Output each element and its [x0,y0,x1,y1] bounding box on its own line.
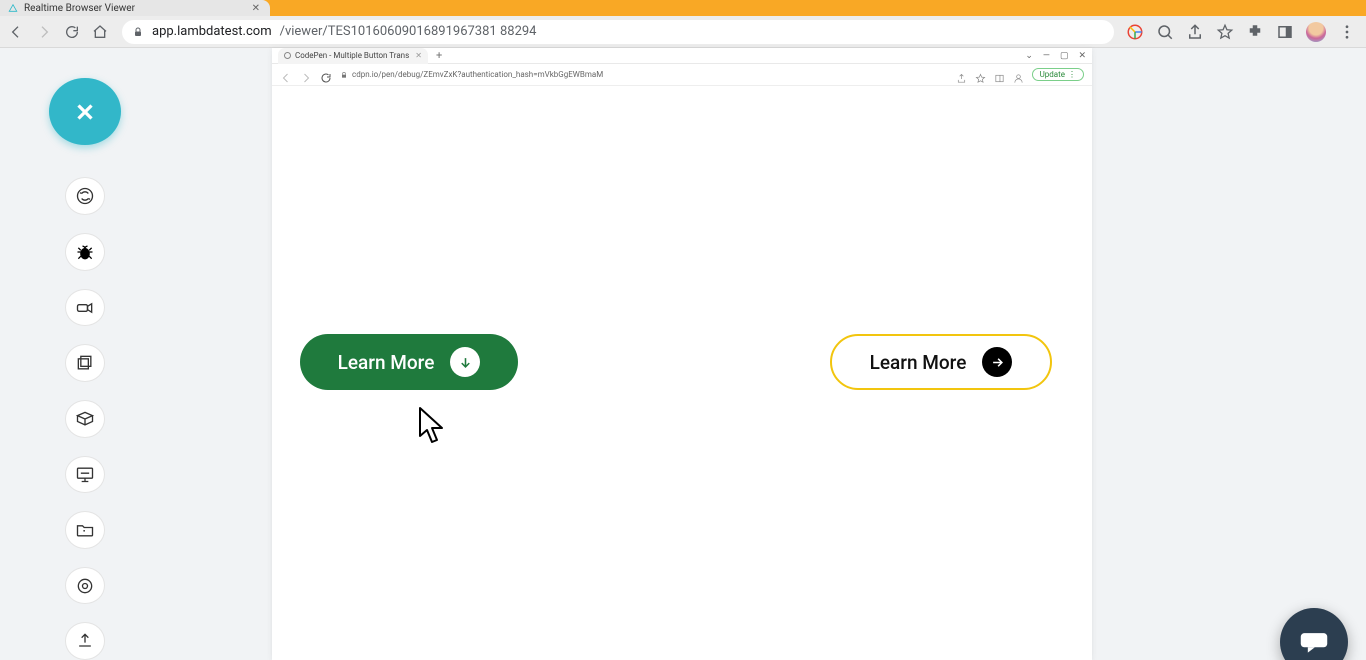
arrow-down-icon [450,347,480,377]
inner-titlebar: CodePen - Multiple Button Trans ✕ + ⌄ — … [272,48,1092,64]
files-icon[interactable] [65,511,105,549]
outer-tab-title: Realtime Browser Viewer [24,3,135,14]
url-host: app.lambdatest.com [152,24,272,39]
learn-more-yellow-label: Learn More [870,351,967,374]
location-icon[interactable] [65,567,105,605]
inner-omnibar: cdpn.io/pen/debug/ZEmvZxK?authentication… [272,64,1092,86]
update-button[interactable]: Update⋮ [1032,68,1084,81]
back-icon[interactable] [6,22,26,42]
zoom-icon[interactable] [1156,23,1174,41]
share-icon[interactable] [1186,23,1204,41]
gallery-icon[interactable] [65,344,105,382]
devices-icon[interactable] [65,400,105,438]
kebab-menu-icon[interactable] [1338,23,1356,41]
screen-icon[interactable] [65,456,105,494]
extensions-icon[interactable] [1246,23,1264,41]
video-icon[interactable] [65,289,105,327]
outer-tabstrip: Realtime Browser Viewer ✕ [0,0,1366,16]
inner-star-icon[interactable] [975,69,986,80]
lambdatest-favicon-icon [8,3,18,13]
inner-forward-icon [300,69,312,81]
inner-url[interactable]: cdpn.io/pen/debug/ZEmvZxK?authentication… [340,70,948,79]
close-icon[interactable]: ✕ [415,51,422,60]
viewer-area: CodePen - Multiple Button Trans ✕ + ⌄ — … [170,48,1366,660]
app-body: CodePen - Multiple Button Trans ✕ + ⌄ — … [0,48,1366,660]
profile-avatar[interactable] [1306,22,1326,42]
home-icon[interactable] [90,22,110,42]
chevron-down-icon[interactable]: ⌄ [1025,51,1033,61]
learn-more-yellow-button[interactable]: Learn More [830,334,1052,390]
minimize-icon[interactable]: — [1043,51,1050,61]
outer-toolbar: app.lambdatest.com/viewer/TES10160609016… [0,16,1366,48]
maximize-icon[interactable]: ▢ [1060,51,1069,61]
close-window-icon[interactable]: ✕ [1078,51,1086,61]
url-path: /viewer/TES10160609016891967381 88294 [280,24,537,39]
star-icon[interactable] [1216,23,1234,41]
update-label: Update [1040,70,1065,79]
outer-right-icons [1126,22,1360,42]
inner-tab[interactable]: CodePen - Multiple Button Trans ✕ [278,48,428,64]
outer-active-tab[interactable]: Realtime Browser Viewer ✕ [0,0,270,16]
globe-icon [284,52,291,59]
cursor-icon [418,406,444,444]
inner-window: CodePen - Multiple Button Trans ✕ + ⌄ — … [272,48,1092,660]
inner-reload-icon[interactable] [320,69,332,81]
upload-icon[interactable] [65,622,105,660]
lock-icon [340,71,348,79]
forward-icon [34,22,54,42]
arrow-right-icon [982,347,1012,377]
close-session-button[interactable] [49,78,121,145]
google-icon[interactable] [1126,23,1144,41]
inner-back-icon [280,69,292,81]
bug-icon[interactable] [65,233,105,271]
inner-right-icons: Update⋮ [956,68,1084,81]
kebab-icon: ⋮ [1068,70,1076,79]
inner-tab-title: CodePen - Multiple Button Trans [295,51,409,60]
sidepanel-icon[interactable] [1276,23,1294,41]
inner-content: Learn More Learn More [272,86,1092,660]
inner-profile-icon[interactable] [1013,69,1024,80]
switch-icon[interactable] [65,177,105,215]
outer-omnibox[interactable]: app.lambdatest.com/viewer/TES10160609016… [122,20,1114,44]
newtab-icon[interactable]: + [436,49,442,62]
learn-more-green-button[interactable]: Learn More [300,334,518,390]
learn-more-green-label: Learn More [338,351,435,374]
reload-icon[interactable] [62,22,82,42]
inner-sidepanel-icon[interactable] [994,69,1005,80]
tabstrip-accent [270,0,1366,16]
lock-icon [132,26,144,38]
inner-url-text: cdpn.io/pen/debug/ZEmvZxK?authentication… [352,70,603,79]
inner-share-icon[interactable] [956,69,967,80]
close-icon[interactable]: ✕ [252,3,260,14]
sidebar [0,48,170,660]
inner-window-controls: ⌄ — ▢ ✕ [1025,48,1086,64]
chat-icon [1299,631,1329,653]
